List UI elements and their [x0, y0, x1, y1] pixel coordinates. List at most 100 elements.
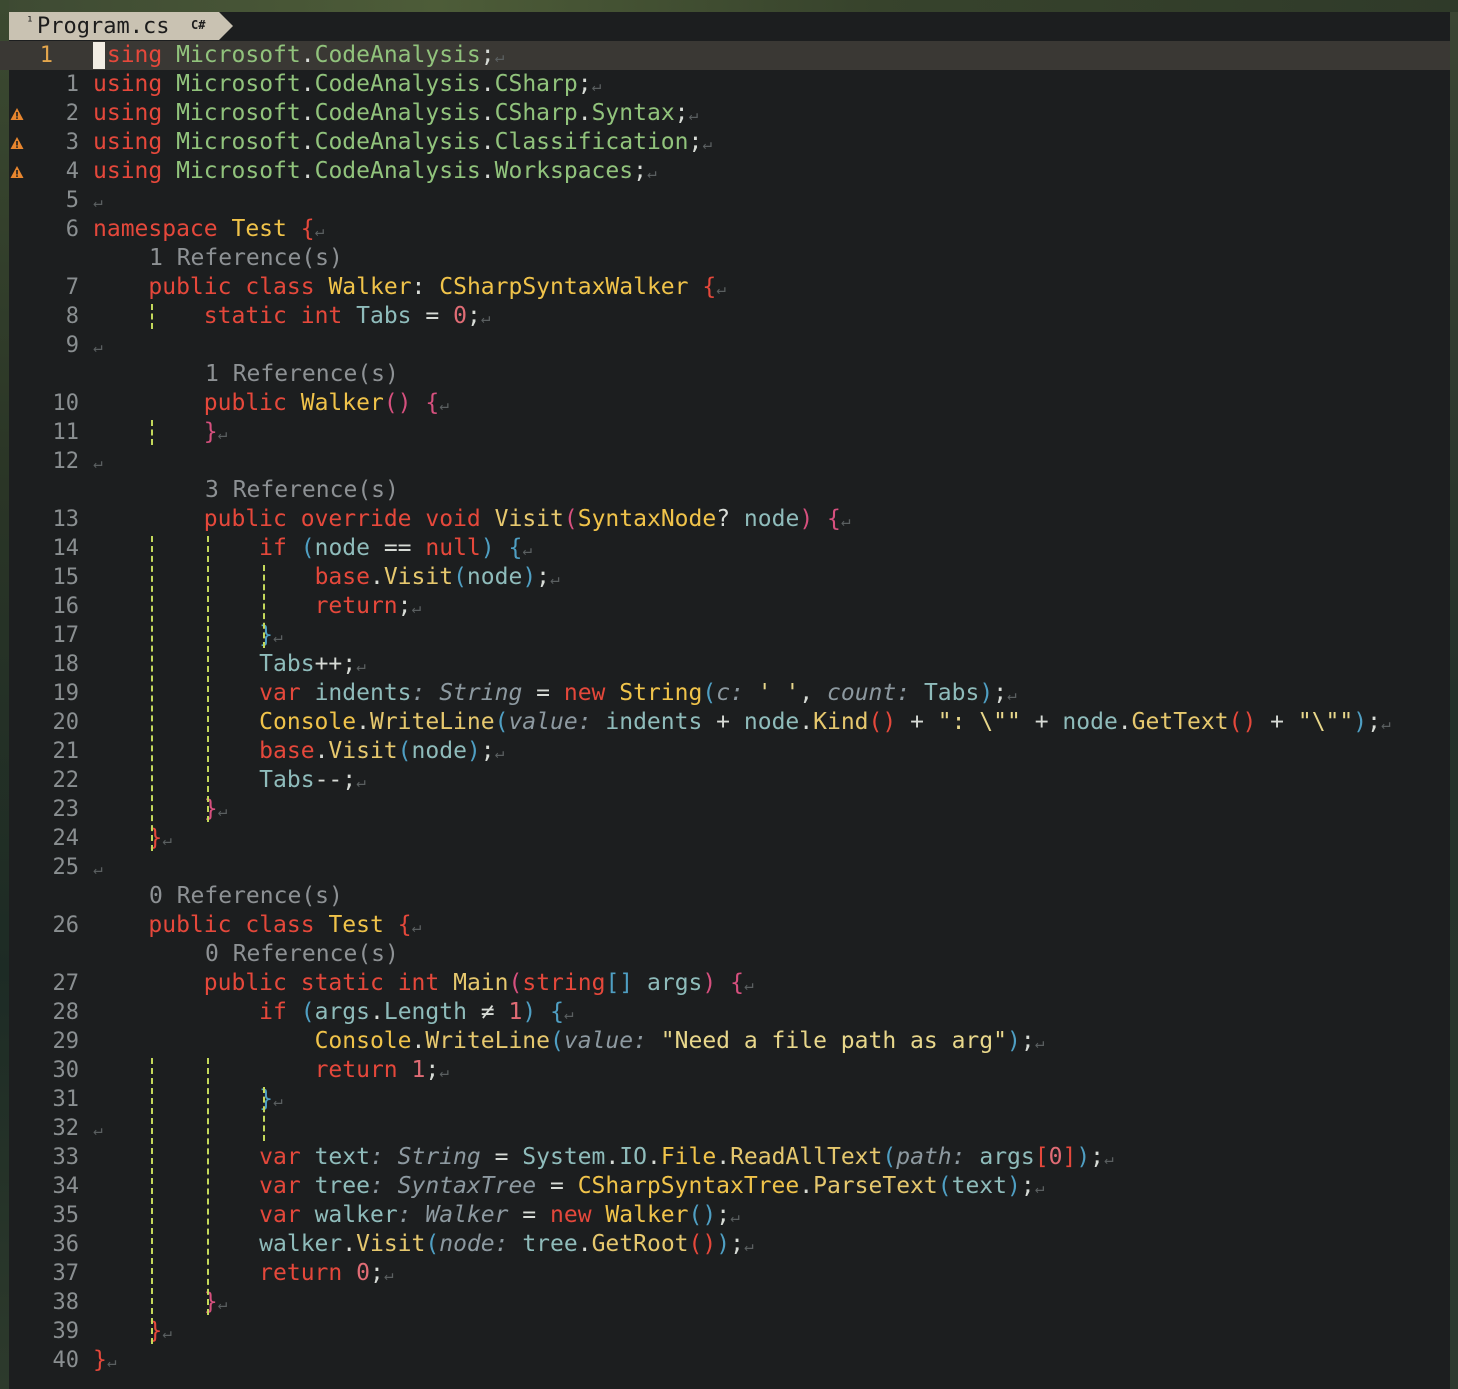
- line-number: 22: [52, 768, 80, 793]
- code-line[interactable]: 20 Console.WriteLine(value: indents + no…: [0, 708, 1450, 737]
- code-line[interactable]: 37 return 0;↵: [0, 1259, 1450, 1288]
- code-line[interactable]: 6 namespace Test {↵: [0, 215, 1450, 244]
- code-line[interactable]: 8 static int Tabs = 0;↵: [0, 302, 1450, 331]
- tab-program-cs[interactable]: ¹ Program.cs C#: [9, 12, 233, 40]
- code-text: Tabs++;↵: [259, 651, 366, 677]
- code-text: ↵: [93, 453, 103, 472]
- line-number: 10: [52, 391, 80, 416]
- warning-icon[interactable]: [10, 106, 24, 120]
- code-line[interactable]: 19 var indents: String = new String(c: '…: [0, 679, 1450, 708]
- code-line[interactable]: 39 }↵: [0, 1317, 1450, 1346]
- code-text: using Microsoft.CodeAnalysis.CSharp.Synt…: [93, 100, 699, 126]
- code-line[interactable]: 3 using Microsoft.CodeAnalysis.Classifica…: [0, 128, 1450, 157]
- line-number: 36: [52, 1232, 80, 1257]
- code-line[interactable]: 7 public class Walker: CSharpSyntaxWalke…: [0, 273, 1450, 302]
- code-text: }↵: [93, 1347, 117, 1373]
- line-number: 29: [52, 1029, 80, 1054]
- window-right-border: [1450, 12, 1458, 1389]
- code-line[interactable]: 15 base.Visit(node);↵: [0, 563, 1450, 592]
- line-number: 25: [52, 855, 80, 880]
- indent-guide: [151, 536, 153, 851]
- codelens-reference-count[interactable]: 1 Reference(s): [205, 360, 399, 389]
- code-line[interactable]: 28 if (args.Length ≠ 1) {↵: [0, 998, 1450, 1027]
- warning-icon[interactable]: [10, 135, 24, 149]
- code-text: var tree: SyntaxTree = CSharpSyntaxTree.…: [259, 1173, 1045, 1199]
- code-line[interactable]: 31 }↵: [0, 1085, 1450, 1114]
- code-text: walker.Visit(node: tree.GetRoot());↵: [259, 1231, 754, 1257]
- tab-title: Program.cs: [37, 14, 170, 39]
- line-number: 15: [52, 565, 80, 590]
- codelens-row: 1 Reference(s): [0, 360, 1450, 389]
- line-number: 40: [52, 1348, 80, 1373]
- code-line[interactable]: 40 }↵: [0, 1346, 1450, 1375]
- code-text: if (args.Length ≠ 1) {↵: [259, 999, 574, 1025]
- code-line[interactable]: 1 using Microsoft.CodeAnalysis.CSharp;↵: [0, 70, 1450, 99]
- window-top-border: [0, 0, 1458, 12]
- code-line[interactable]: 35 var walker: Walker = new Walker();↵: [0, 1201, 1450, 1230]
- code-line[interactable]: 18 Tabs++;↵: [0, 650, 1450, 679]
- code-line[interactable]: 38 }↵: [0, 1288, 1450, 1317]
- code-line[interactable]: 23 }↵: [0, 795, 1450, 824]
- code-line[interactable]: 25 ↵: [0, 853, 1450, 882]
- code-line[interactable]: 34 var tree: SyntaxTree = CSharpSyntaxTr…: [0, 1172, 1450, 1201]
- line-number: 20: [52, 710, 80, 735]
- code-editor[interactable]: ¹ Program.cs C# 1 using Microsoft.CodeAna…: [0, 0, 1458, 1389]
- line-number: 39: [52, 1319, 80, 1344]
- code-text: ↵: [93, 192, 103, 211]
- code-text: base.Visit(node);↵: [259, 738, 505, 764]
- code-line[interactable]: 9 ↵: [0, 331, 1450, 360]
- code-text: }↵: [148, 825, 172, 851]
- code-text: public Walker() {↵: [203, 390, 449, 416]
- code-text: using Microsoft.CodeAnalysis.Classificat…: [93, 129, 712, 155]
- code-line[interactable]: 1 using Microsoft.CodeAnalysis;↵: [0, 41, 1450, 70]
- line-number: 34: [52, 1174, 80, 1199]
- code-line[interactable]: 14 if (node == null) {↵: [0, 534, 1450, 563]
- codelens-reference-count[interactable]: 0 Reference(s): [149, 882, 343, 911]
- line-number: 30: [52, 1058, 80, 1083]
- code-line[interactable]: 11 }↵: [0, 418, 1450, 447]
- code-line[interactable]: 13 public override void Visit(SyntaxNode…: [0, 505, 1450, 534]
- code-line[interactable]: 17 }↵: [0, 621, 1450, 650]
- warning-icon[interactable]: [10, 164, 24, 178]
- code-text: return;↵: [314, 593, 422, 619]
- code-text: using Microsoft.CodeAnalysis.Workspaces;…: [93, 158, 657, 184]
- code-line[interactable]: 2 using Microsoft.CodeAnalysis.CSharp.Syn…: [0, 99, 1450, 128]
- line-number: 13: [52, 507, 80, 532]
- code-text: return 0;↵: [259, 1260, 394, 1286]
- code-text: }↵: [259, 622, 283, 648]
- code-text: ↵: [93, 337, 103, 356]
- codelens-reference-count[interactable]: 3 Reference(s): [205, 476, 399, 505]
- code-line[interactable]: 4 using Microsoft.CodeAnalysis.Workspaces…: [0, 157, 1450, 186]
- line-number: 11: [52, 420, 80, 445]
- indent-guide: [151, 420, 153, 445]
- code-line[interactable]: 16 return;↵: [0, 592, 1450, 621]
- indent-guide: [263, 1087, 265, 1141]
- code-line[interactable]: 10 public Walker() {↵: [0, 389, 1450, 418]
- code-line[interactable]: 36 walker.Visit(node: tree.GetRoot());↵: [0, 1230, 1450, 1259]
- code-line[interactable]: 30 return 1;↵: [0, 1056, 1450, 1085]
- code-line[interactable]: 22 Tabs--;↵: [0, 766, 1450, 795]
- line-number: 31: [52, 1087, 80, 1112]
- code-line[interactable]: 12 ↵: [0, 447, 1450, 476]
- line-number: 32: [52, 1116, 80, 1141]
- code-line[interactable]: 27 public static int Main(string[] args)…: [0, 969, 1450, 998]
- code-line[interactable]: 33 var text: String = System.IO.File.Rea…: [0, 1143, 1450, 1172]
- line-number: 33: [52, 1145, 80, 1170]
- code-line[interactable]: 29 Console.WriteLine(value: "Need a file…: [0, 1027, 1450, 1056]
- code-line[interactable]: 24 }↵: [0, 824, 1450, 853]
- code-line[interactable]: 32 ↵: [0, 1114, 1450, 1143]
- code-text: return 1;↵: [314, 1057, 449, 1083]
- code-line[interactable]: 5 ↵: [0, 186, 1450, 215]
- codelens-row: 0 Reference(s): [0, 882, 1450, 911]
- line-number: 27: [52, 971, 80, 996]
- code-text: var indents: String = new String(c: ' ',…: [259, 680, 1017, 706]
- line-number: 28: [52, 1000, 80, 1025]
- codelens-reference-count[interactable]: 1 Reference(s): [149, 244, 343, 273]
- line-number: 21: [52, 739, 80, 764]
- text-cursor: [93, 42, 105, 69]
- code-line[interactable]: 26 public class Test {↵: [0, 911, 1450, 940]
- code-text: Console.WriteLine(value: indents + node.…: [259, 709, 1391, 735]
- codelens-reference-count[interactable]: 0 Reference(s): [205, 940, 399, 969]
- line-number: 19: [52, 681, 80, 706]
- code-line[interactable]: 21 base.Visit(node);↵: [0, 737, 1450, 766]
